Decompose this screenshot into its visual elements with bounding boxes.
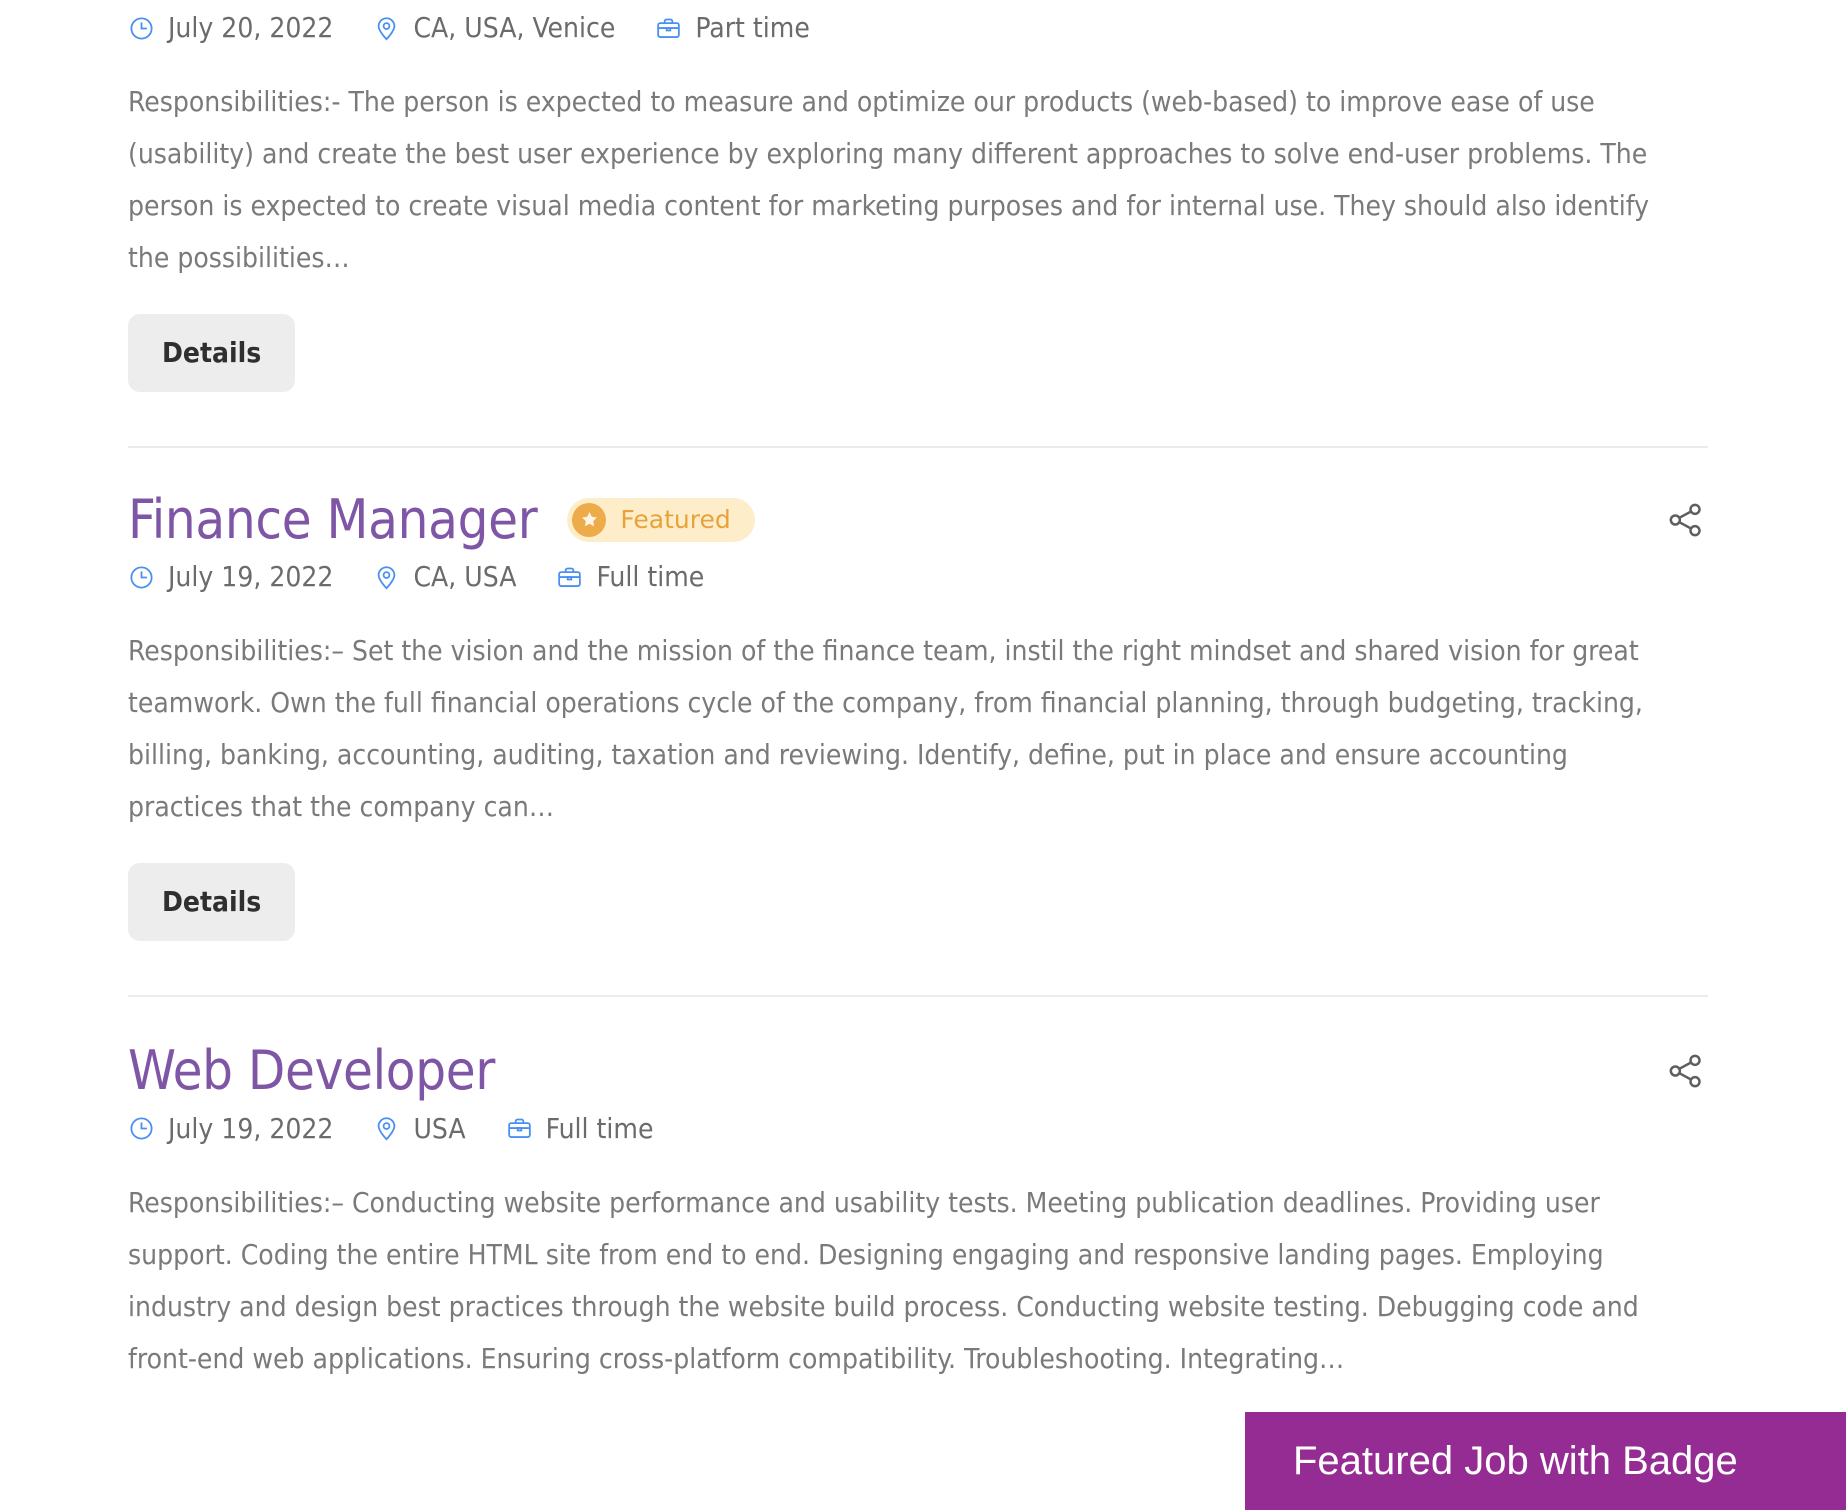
- job-description: Responsibilities:– Set the vision and th…: [128, 634, 1643, 824]
- briefcase-icon: [655, 15, 682, 42]
- job-date-text: July 19, 2022: [168, 1111, 334, 1145]
- job-card: Web Developer July 19, 2022 USA Full tim…: [128, 997, 1708, 1384]
- featured-badge: Featured: [567, 497, 755, 542]
- job-meta-row: July 20, 2022 CA, USA, Venice Part time: [128, 14, 1708, 42]
- job-list: July 20, 2022 CA, USA, Venice Part time …: [128, 0, 1708, 1385]
- job-location-text: USA: [413, 1111, 466, 1145]
- job-meta-type: Full time: [556, 563, 704, 591]
- details-button[interactable]: Details: [128, 863, 296, 942]
- share-icon[interactable]: [1662, 1048, 1708, 1094]
- job-title-link[interactable]: Finance Manager: [128, 490, 538, 550]
- job-meta-location: USA: [373, 1111, 466, 1145]
- star-icon: [572, 502, 607, 537]
- job-header-left: Web Developer: [128, 1041, 495, 1101]
- briefcase-icon: [556, 564, 583, 591]
- job-card: Finance Manager Featured July 19, 2022 C…: [128, 448, 1708, 998]
- featured-badge-label: Featured: [620, 505, 731, 535]
- job-title-link[interactable]: Web Developer: [128, 1041, 495, 1101]
- location-pin-icon: [373, 564, 400, 591]
- job-date-text: July 19, 2022: [168, 560, 334, 594]
- job-meta-location: CA, USA, Venice: [373, 14, 615, 42]
- job-type-text: Full time: [596, 560, 705, 594]
- clock-icon: [128, 15, 155, 42]
- job-type-text: Part time: [695, 11, 810, 44]
- job-type-text: Full time: [545, 1111, 654, 1145]
- job-header-left: Finance Manager Featured: [128, 490, 755, 549]
- annotation-label: Featured Job with Badge: [1293, 1439, 1738, 1483]
- job-header: Web Developer: [128, 1041, 1708, 1101]
- share-icon[interactable]: [1662, 497, 1708, 543]
- job-description: Responsibilities:– Conducting website pe…: [128, 1185, 1639, 1375]
- job-date-text: July 20, 2022: [168, 11, 334, 44]
- job-meta-location: CA, USA: [373, 563, 516, 591]
- job-meta-date: July 19, 2022: [128, 1111, 334, 1145]
- job-location-text: CA, USA: [413, 560, 517, 594]
- annotation-banner: Featured Job with Badge: [1245, 1412, 1846, 1510]
- briefcase-icon: [506, 1115, 533, 1142]
- job-meta-type: Part time: [655, 14, 810, 42]
- details-button[interactable]: Details: [128, 314, 296, 392]
- job-meta-type: Full time: [506, 1111, 654, 1145]
- job-listing-page: July 20, 2022 CA, USA, Venice Part time …: [0, 0, 1846, 1510]
- clock-icon: [128, 1115, 155, 1142]
- location-pin-icon: [373, 1115, 400, 1142]
- job-meta-row: July 19, 2022 USA Full time: [128, 1111, 1708, 1145]
- job-header: Finance Manager Featured: [128, 490, 1708, 549]
- job-meta-date: July 20, 2022: [128, 14, 333, 42]
- job-card: July 20, 2022 CA, USA, Venice Part time …: [128, 0, 1708, 448]
- job-meta-row: July 19, 2022 CA, USA Full time: [128, 563, 1708, 591]
- job-meta-date: July 19, 2022: [128, 563, 333, 591]
- clock-icon: [128, 564, 155, 591]
- job-description: Responsibilities:- The person is expecte…: [128, 85, 1649, 274]
- job-location-text: CA, USA, Venice: [413, 11, 616, 44]
- location-pin-icon: [373, 15, 400, 42]
